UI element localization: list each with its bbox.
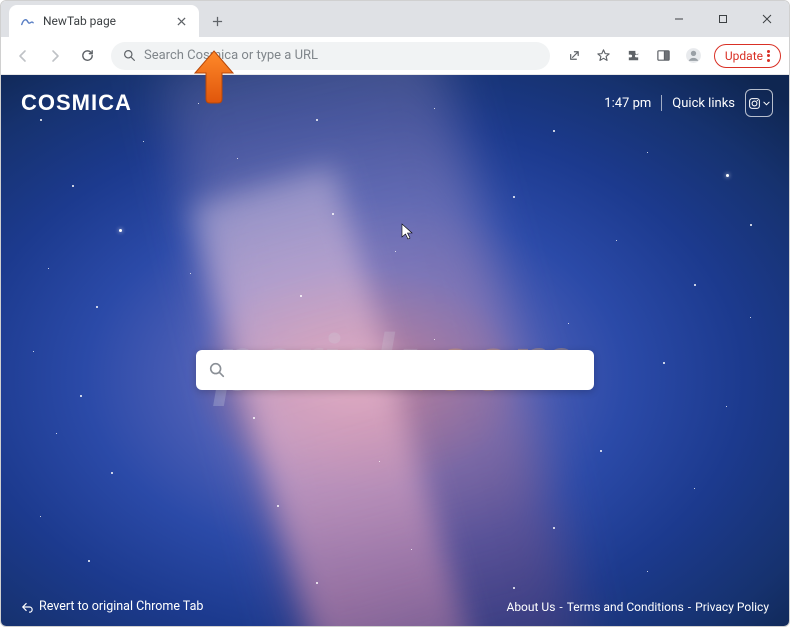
window-controls <box>657 1 789 37</box>
footer-sep: - <box>559 600 562 614</box>
minimize-button[interactable] <box>657 4 701 34</box>
revert-label: Revert to original Chrome Tab <box>39 599 203 614</box>
instagram-icon <box>748 97 761 110</box>
search-icon <box>123 49 136 62</box>
browser-toolbar: Search Cosmica or type a URL Update <box>1 37 789 75</box>
page-header: COSMICA 1:47 pm Quick links <box>21 89 773 117</box>
update-label: Update <box>725 49 763 63</box>
back-button[interactable] <box>9 42 37 70</box>
new-tab-button[interactable] <box>203 7 231 35</box>
browser-tab[interactable]: NewTab page <box>9 5 199 37</box>
bookmark-star-icon[interactable] <box>590 42 618 70</box>
quick-links-button[interactable]: Quick links <box>672 96 735 111</box>
forward-button[interactable] <box>41 42 69 70</box>
header-right: 1:47 pm Quick links <box>604 89 773 117</box>
footer-link-about[interactable]: About Us <box>506 600 555 614</box>
tab-close-icon[interactable] <box>173 13 189 29</box>
footer-sep: - <box>688 600 691 614</box>
menu-dots-icon <box>767 50 770 62</box>
tab-title: NewTab page <box>43 14 165 28</box>
toolbar-right: Update <box>560 42 781 70</box>
header-time: 1:47 pm <box>604 96 651 111</box>
mouse-cursor-icon <box>401 223 415 245</box>
page-search-box[interactable] <box>196 350 594 390</box>
footer-link-terms[interactable]: Terms and Conditions <box>567 600 684 614</box>
maximize-button[interactable] <box>701 4 745 34</box>
revert-link[interactable]: Revert to original Chrome Tab <box>21 599 203 614</box>
update-button[interactable]: Update <box>714 44 781 68</box>
sidepanel-icon[interactable] <box>650 42 678 70</box>
browser-window: NewTab page <box>0 0 790 627</box>
search-icon <box>208 361 226 379</box>
logo-text: COSMICA <box>21 90 132 116</box>
extensions-icon[interactable] <box>620 42 648 70</box>
footer-link-privacy[interactable]: Privacy Policy <box>695 600 769 614</box>
separator <box>661 95 662 111</box>
cosmica-logo: COSMICA <box>21 90 132 116</box>
profile-icon[interactable] <box>680 42 708 70</box>
page-search-input[interactable] <box>234 361 582 379</box>
new-tab-content: COSMICA 1:47 pm Quick links pcrisk.com <box>1 75 789 626</box>
annotation-arrow-icon <box>189 49 239 109</box>
revert-icon <box>21 601 33 613</box>
page-footer: Revert to original Chrome Tab About Us -… <box>21 599 769 614</box>
omnibox[interactable]: Search Cosmica or type a URL <box>111 42 550 70</box>
titlebar: NewTab page <box>1 1 789 37</box>
instagram-button[interactable] <box>745 89 773 117</box>
tab-favicon-icon <box>19 13 35 29</box>
chevron-down-icon <box>763 100 770 107</box>
footer-links: About Us - Terms and Conditions - Privac… <box>506 600 769 614</box>
reload-button[interactable] <box>73 42 101 70</box>
share-icon[interactable] <box>560 42 588 70</box>
close-window-button[interactable] <box>745 4 789 34</box>
